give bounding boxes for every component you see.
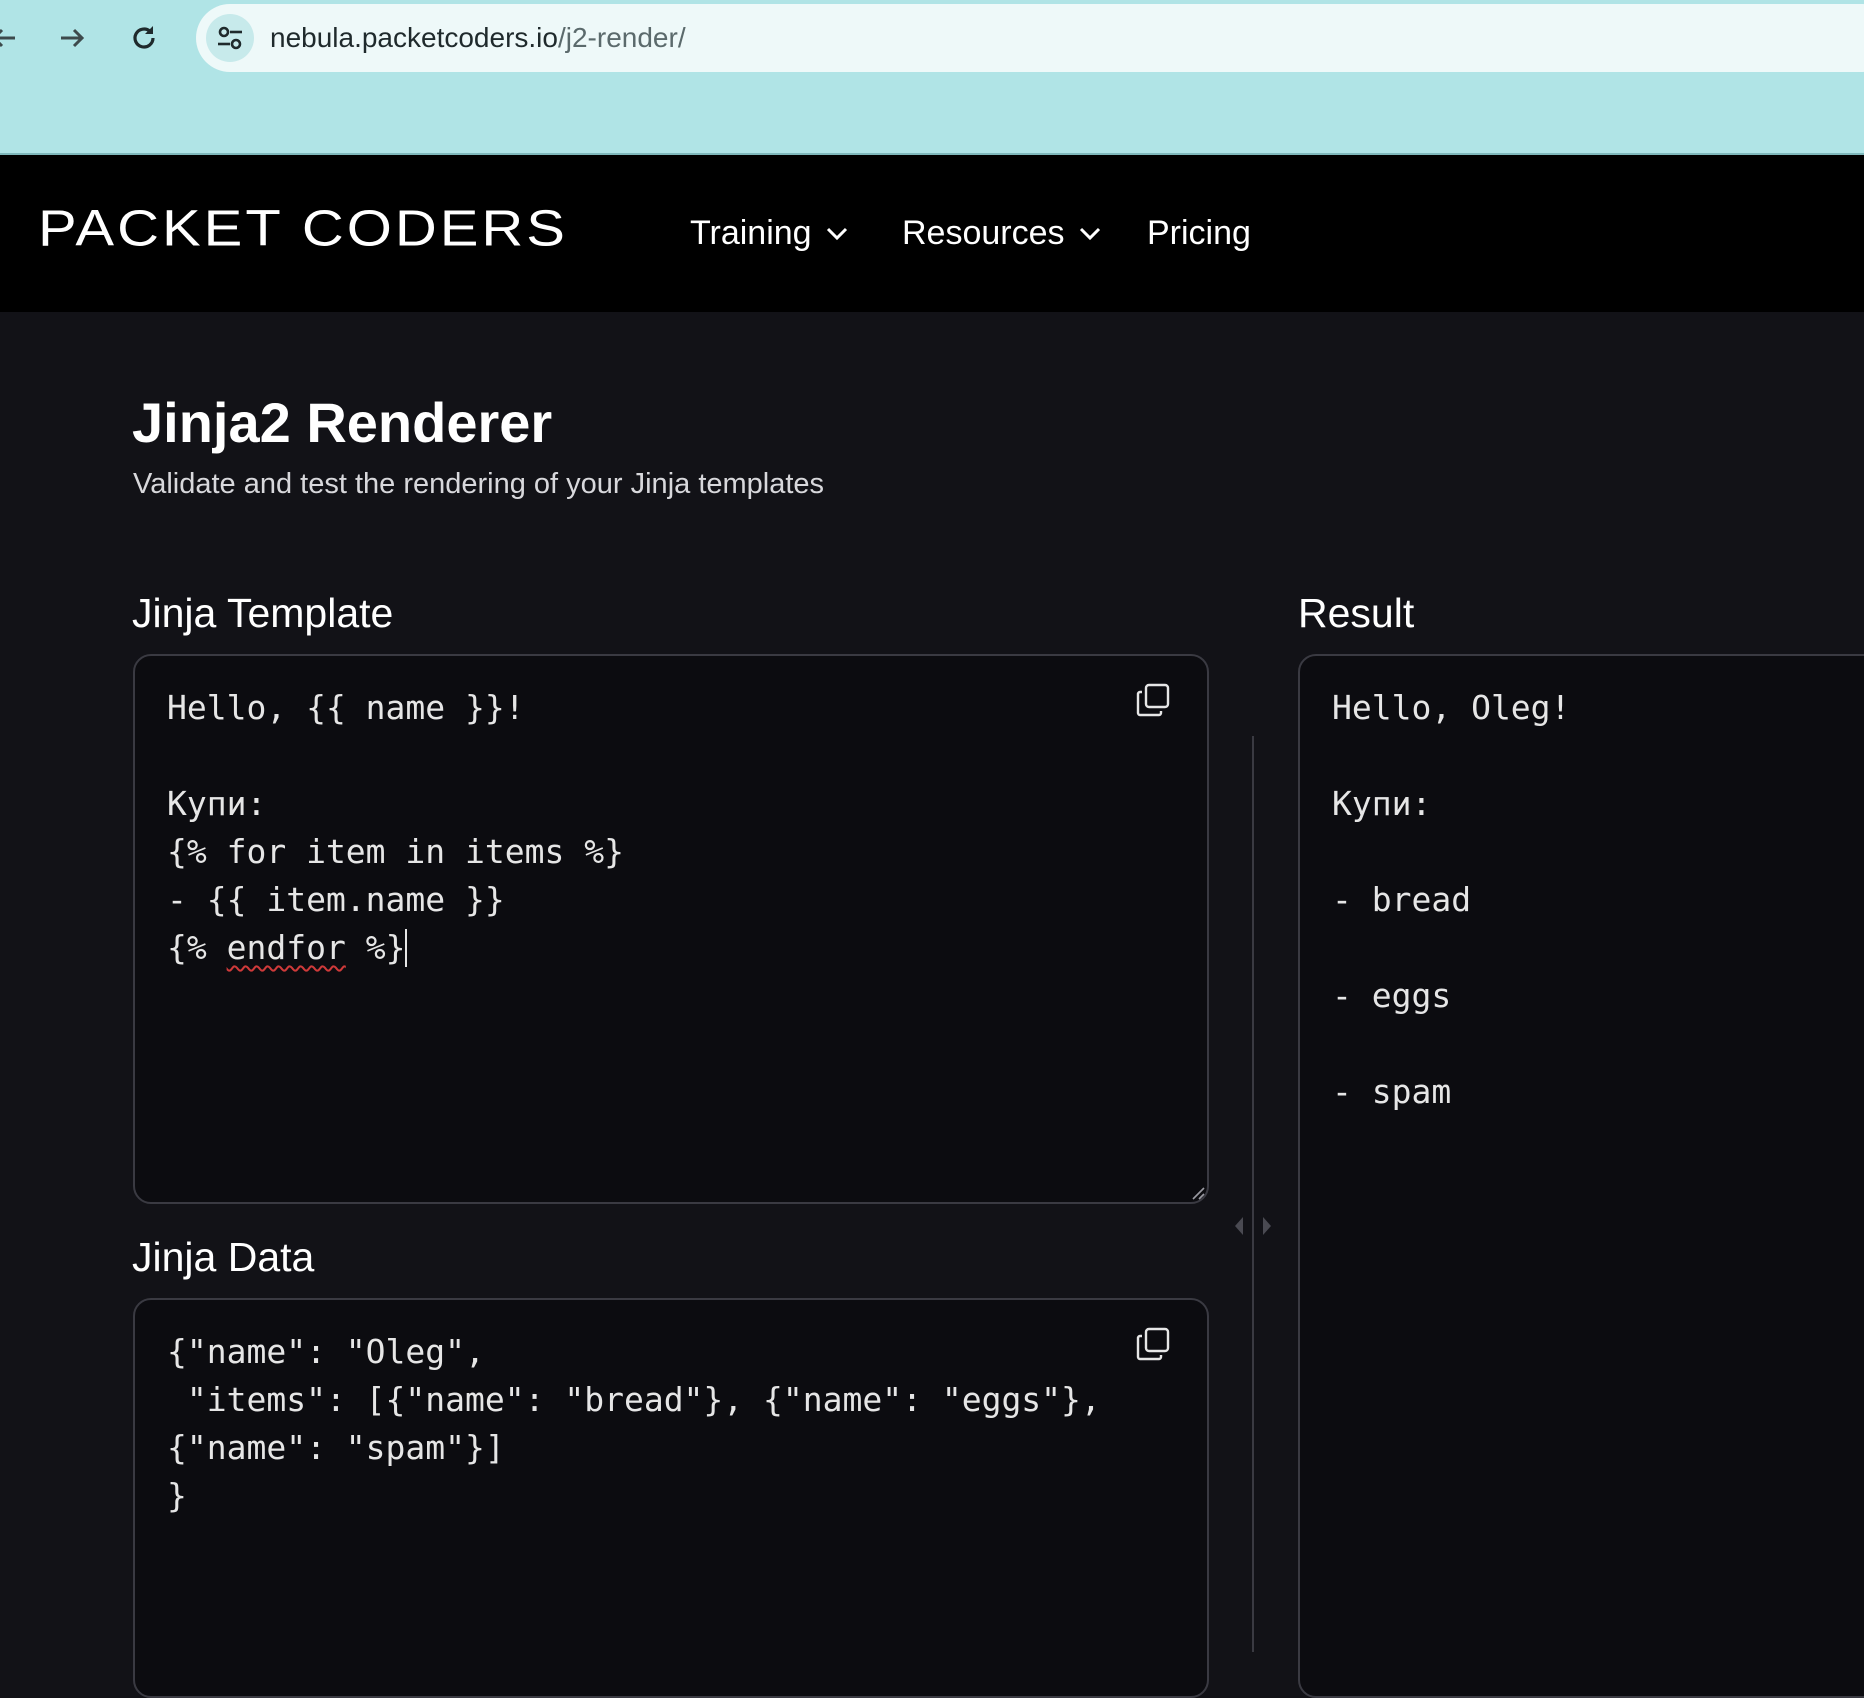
chevron-down-icon <box>826 227 847 240</box>
logo[interactable]: PACKET CODERS <box>38 199 568 258</box>
spellcheck-word: endfor <box>226 928 346 967</box>
pane-splitter[interactable] <box>1252 736 1254 1652</box>
url-host: nebula.packetcoders.io <box>270 22 558 53</box>
output-line: Hello, Oleg! <box>1332 688 1571 727</box>
output-line: Купи: <box>1332 784 1432 823</box>
template-code[interactable]: Hello, {{ name }}! Купи: {% for item in … <box>167 684 1127 972</box>
code-line: {% for item in items %} <box>167 832 624 871</box>
copy-data-button[interactable] <box>1135 1326 1171 1362</box>
template-label: Jinja Template <box>132 590 394 636</box>
code-line: - {{ item.name }} <box>167 880 505 919</box>
reload-icon <box>133 26 155 49</box>
copy-icon <box>1136 1327 1170 1361</box>
output-line: - spam <box>1332 1072 1452 1111</box>
code-line: {"name": "Oleg", <box>167 1332 485 1371</box>
copy-icon <box>1136 683 1170 717</box>
address-bar[interactable]: nebula.packetcoders.io/j2-render/ <box>196 4 1864 72</box>
code-line-prefix: {% <box>167 928 227 967</box>
data-label: Jinja Data <box>132 1234 315 1280</box>
result-panel: Hello, Oleg! Купи: - bread - eggs - spam <box>1298 654 1864 1698</box>
code-line: "items": [{"name": "bread"}, {"name": "e… <box>167 1380 1101 1419</box>
output-line: - eggs <box>1332 976 1452 1015</box>
nav-label: Training <box>690 214 812 252</box>
code-line: Купи: <box>167 784 267 823</box>
reload-button[interactable] <box>122 16 166 60</box>
back-button[interactable] <box>0 16 26 60</box>
code-line: Hello, {{ name }}! <box>167 688 525 727</box>
resize-grip-icon[interactable] <box>1189 1184 1205 1200</box>
nav-item-resources[interactable]: Resources <box>902 155 1101 312</box>
chevron-down-icon <box>1079 227 1100 240</box>
forward-button[interactable] <box>50 16 94 60</box>
nav-label: Resources <box>902 214 1065 252</box>
arrow-right-icon <box>61 28 85 48</box>
url-path: /j2-render/ <box>557 22 686 53</box>
code-line: {"name": "spam"}] <box>167 1428 505 1467</box>
site-info-button[interactable] <box>206 14 254 62</box>
arrow-left-icon <box>0 28 15 48</box>
template-editor[interactable]: Hello, {{ name }}! Купи: {% for item in … <box>133 654 1209 1204</box>
data-editor[interactable]: {"name": "Oleg", "items": [{"name": "bre… <box>133 1298 1209 1698</box>
nav-item-pricing[interactable]: Pricing <box>1147 155 1251 312</box>
site-header: PACKET CODERS Training Resources Pricing <box>0 155 1864 312</box>
code-line: } <box>167 1476 187 1515</box>
resize-arrows-icon[interactable] <box>1230 1214 1276 1238</box>
browser-toolbar: nebula.packetcoders.io/j2-render/ <box>0 0 1864 155</box>
output-line: - bread <box>1332 880 1472 919</box>
url-text: nebula.packetcoders.io/j2-render/ <box>270 4 686 72</box>
nav-label: Pricing <box>1147 214 1251 252</box>
data-code[interactable]: {"name": "Oleg", "items": [{"name": "bre… <box>167 1328 1127 1520</box>
result-output: Hello, Oleg! Купи: - bread - eggs - spam <box>1332 684 1816 1116</box>
copy-template-button[interactable] <box>1135 682 1171 718</box>
nav-item-training[interactable]: Training <box>690 155 848 312</box>
text-cursor <box>405 929 408 967</box>
page-title: Jinja2 Renderer <box>132 391 553 454</box>
page-subtitle: Validate and test the rendering of your … <box>133 468 825 500</box>
tune-icon <box>218 26 242 50</box>
code-line-suffix: %} <box>345 928 406 967</box>
result-label: Result <box>1298 590 1415 636</box>
